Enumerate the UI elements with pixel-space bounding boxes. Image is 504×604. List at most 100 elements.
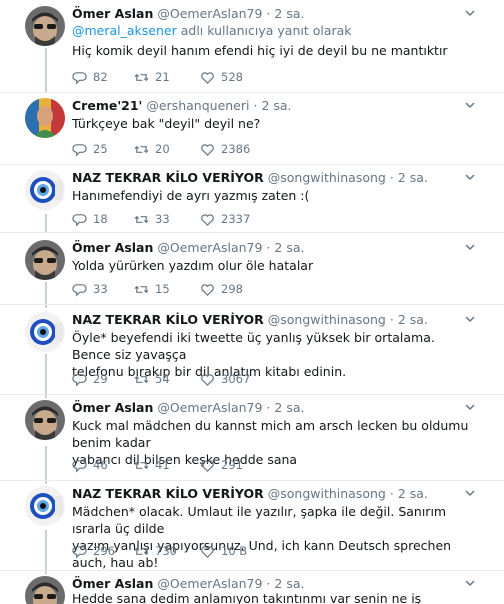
avatar[interactable] xyxy=(25,170,65,210)
retweet-count: 41 xyxy=(155,458,170,472)
timestamp[interactable]: 2 sa. xyxy=(398,486,428,501)
tweet[interactable]: NAZ TEKRAR KİLO VERİYOR @songwithinasong… xyxy=(0,310,504,396)
display-name[interactable]: Ömer Aslan xyxy=(72,400,153,415)
reply-button[interactable]: 296 xyxy=(72,544,115,559)
chevron-down-icon[interactable] xyxy=(464,401,476,413)
retweet-count: 15 xyxy=(155,282,170,296)
like-button[interactable]: 3067 xyxy=(200,372,250,387)
reply-icon xyxy=(72,284,87,297)
tweet[interactable]: Ömer Aslan @OemerAslan79 · 2 sa. Kuck ma… xyxy=(0,398,504,478)
display-name[interactable]: Creme'21' xyxy=(72,98,142,113)
retweet-count: 20 xyxy=(155,142,170,156)
chevron-down-icon[interactable] xyxy=(464,487,476,499)
tweet-header: Creme'21' @ershanqueneri · 2 sa. xyxy=(72,98,292,114)
like-button[interactable]: 528 xyxy=(200,70,243,85)
tweet-divider xyxy=(0,164,504,165)
chevron-down-icon[interactable] xyxy=(464,577,476,589)
timestamp[interactable]: 2 sa. xyxy=(274,576,304,591)
user-handle[interactable]: @songwithinasong xyxy=(268,486,386,501)
like-button[interactable]: 10 B xyxy=(200,544,247,559)
retweet-button[interactable]: 20 xyxy=(134,142,170,157)
chevron-down-icon[interactable] xyxy=(464,241,476,253)
tweet-header: NAZ TEKRAR KİLO VERİYOR @songwithinasong… xyxy=(72,486,428,502)
tweet[interactable]: Ömer Aslan @OemerAslan79 · 2 sa. Hedde s… xyxy=(0,574,504,604)
user-handle[interactable]: @ershanqueneri xyxy=(146,98,249,113)
avatar[interactable] xyxy=(25,576,65,604)
avatar[interactable] xyxy=(25,98,65,138)
tweet-divider xyxy=(0,394,504,395)
retweet-button[interactable]: 15 xyxy=(134,282,170,297)
user-handle[interactable]: @OemerAslan79 xyxy=(157,6,262,21)
display-name[interactable]: Ömer Aslan xyxy=(72,6,153,21)
user-handle[interactable]: @songwithinasong xyxy=(268,170,386,185)
heart-icon xyxy=(201,460,214,472)
user-handle[interactable]: @OemerAslan79 xyxy=(157,240,262,255)
chevron-down-icon[interactable] xyxy=(464,7,476,19)
user-handle[interactable]: @OemerAslan79 xyxy=(157,576,262,591)
display-name[interactable]: NAZ TEKRAR KİLO VERİYOR xyxy=(72,170,264,185)
retweet-icon xyxy=(134,285,149,294)
display-name[interactable]: Ömer Aslan xyxy=(72,240,153,255)
display-name[interactable]: NAZ TEKRAR KİLO VERİYOR xyxy=(72,486,264,501)
avatar[interactable] xyxy=(25,240,65,280)
reply-button[interactable]: 29 xyxy=(72,372,108,387)
avatar[interactable] xyxy=(25,486,65,526)
heart-icon xyxy=(201,214,214,226)
retweet-button[interactable]: 21 xyxy=(134,70,170,85)
chevron-down-icon[interactable] xyxy=(464,313,476,325)
retweet-button[interactable]: 33 xyxy=(134,212,170,227)
tweet[interactable]: Creme'21' @ershanqueneri · 2 sa. Türkçey… xyxy=(0,96,504,166)
display-name[interactable]: NAZ TEKRAR KİLO VERİYOR xyxy=(72,312,264,327)
user-handle[interactable]: @OemerAslan79 xyxy=(157,400,262,415)
tweet-text: Türkçeye bak "deyil" deyil ne? xyxy=(72,116,261,131)
like-count: 298 xyxy=(221,282,243,296)
like-count: 528 xyxy=(221,70,243,84)
chevron-down-icon[interactable] xyxy=(464,99,476,111)
timestamp[interactable]: 2 sa. xyxy=(261,98,291,113)
avatar[interactable] xyxy=(25,312,65,352)
like-button[interactable]: 2386 xyxy=(200,142,250,157)
timestamp[interactable]: 2 sa. xyxy=(274,6,304,21)
separator-dot: · xyxy=(389,486,394,501)
retweet-button[interactable]: 54 xyxy=(134,372,170,387)
like-button[interactable]: 2337 xyxy=(200,212,250,227)
heart-icon xyxy=(201,72,214,84)
timestamp[interactable]: 2 sa. xyxy=(274,400,304,415)
heart-icon xyxy=(201,144,214,156)
reply-count: 18 xyxy=(93,212,108,226)
sunglasses-man-avatar-icon xyxy=(25,400,65,440)
timestamp[interactable]: 2 sa. xyxy=(398,312,428,327)
chevron-down-icon[interactable] xyxy=(464,171,476,183)
timestamp[interactable]: 2 sa. xyxy=(398,170,428,185)
retweet-button[interactable]: 41 xyxy=(134,458,170,473)
mention-link[interactable]: @meral_aksener xyxy=(72,23,177,38)
evil-eye-avatar-icon xyxy=(25,312,65,352)
tweet[interactable]: Ömer Aslan @OemerAslan79 · 2 sa. Yolda y… xyxy=(0,238,504,304)
like-count: 291 xyxy=(221,458,243,472)
reply-button[interactable]: 25 xyxy=(72,142,108,157)
retweet-icon xyxy=(134,215,149,224)
tweet[interactable]: NAZ TEKRAR KİLO VERİYOR @songwithinasong… xyxy=(0,168,504,234)
tweet-text: Hanımefendiyi de ayrı yazmış zaten :( xyxy=(72,188,310,203)
tweet-header: Ömer Aslan @OemerAslan79 · 2 sa. xyxy=(72,400,304,416)
reply-count: 296 xyxy=(93,544,115,558)
sunglasses-man-avatar-icon xyxy=(25,6,65,46)
reply-icon xyxy=(72,72,87,85)
like-button[interactable]: 291 xyxy=(200,458,243,473)
tweet[interactable]: NAZ TEKRAR KİLO VERİYOR @songwithinasong… xyxy=(0,484,504,570)
tweet-thread: Ömer Aslan @OemerAslan79 · 2 sa. @meral_… xyxy=(0,0,504,604)
timestamp[interactable]: 2 sa. xyxy=(274,240,304,255)
user-handle[interactable]: @songwithinasong xyxy=(268,312,386,327)
like-button[interactable]: 298 xyxy=(200,282,243,297)
avatar[interactable] xyxy=(25,6,65,46)
retweet-count: 54 xyxy=(155,372,170,386)
reply-button[interactable]: 46 xyxy=(72,458,108,473)
avatar[interactable] xyxy=(25,400,65,440)
retweet-icon xyxy=(134,145,149,154)
display-name[interactable]: Ömer Aslan xyxy=(72,576,153,591)
retweet-button[interactable]: 730 xyxy=(134,544,177,559)
reply-button[interactable]: 18 xyxy=(72,212,108,227)
tweet[interactable]: Ömer Aslan @OemerAslan79 · 2 sa. @meral_… xyxy=(0,4,504,90)
reply-button[interactable]: 82 xyxy=(72,70,108,85)
reply-button[interactable]: 33 xyxy=(72,282,108,297)
